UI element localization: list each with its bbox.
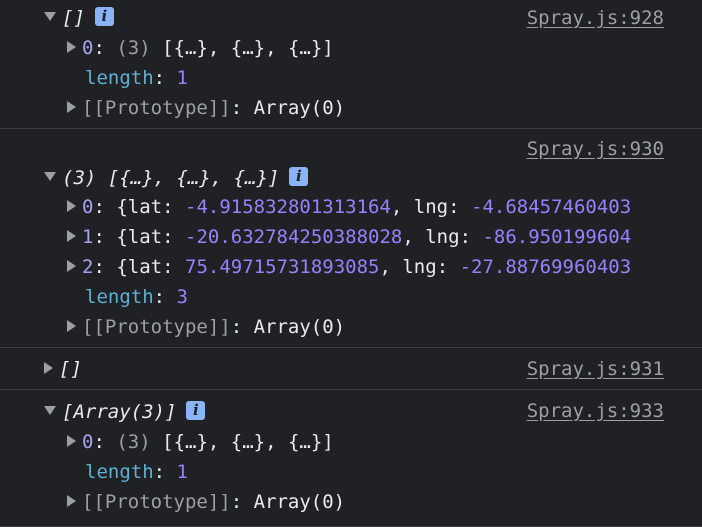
property-key: [[Prototype]] [82, 491, 231, 513]
tree-row[interactable]: 0: (3) [{…}, {…}, {…}] [67, 427, 334, 457]
array-count: (3) [116, 37, 151, 59]
tree-row[interactable]: [[Prototype]]: Array(0) [67, 93, 345, 123]
tree-row[interactable]: 1: {lat: -20.632784250388028, lng: -86.9… [67, 222, 631, 252]
tree-row[interactable]: 2: {lat: 75.49715731893085, lng: -27.887… [67, 252, 631, 282]
info-icon[interactable]: i [289, 167, 309, 186]
entry-header-text: [Array(3)] [62, 401, 177, 423]
property-key: 0 [82, 37, 94, 59]
lat-value: 75.49715731893085 [185, 256, 380, 278]
entry-header-text: [] [59, 358, 82, 380]
console-entry: [Array(3)] i Spray.js:933 0: (3) [{…}, {…… [0, 390, 702, 527]
property-value: Array(0) [253, 97, 346, 119]
lng-value: -4.68457460403 [471, 196, 632, 218]
entry-header[interactable]: [] [44, 354, 82, 384]
lng-label: lng [402, 256, 437, 278]
expand-triangle-down-icon[interactable] [44, 12, 56, 21]
console-entry: [] i Spray.js:928 0: (3) [{…}, {…}, {…}] … [0, 0, 702, 129]
tree-row[interactable]: [[Prototype]]: Array(0) [67, 312, 345, 342]
lng-label: lng [425, 226, 460, 248]
property-key: 0 [82, 196, 94, 218]
console-entry: Spray.js:930 (3) [{…}, {…}, {…}] i 0: {la… [0, 129, 702, 348]
tree-row: length: 3 [85, 286, 188, 308]
entry-header[interactable]: (3) [{…}, {…}, {…}] i [44, 163, 309, 193]
entry-header[interactable]: [Array(3)] i [44, 397, 206, 427]
info-icon[interactable]: i [186, 401, 206, 420]
lng-value: -27.88769960403 [459, 256, 632, 278]
lng-value: -86.950199604 [482, 226, 632, 248]
property-value: Array(0) [253, 316, 346, 338]
info-icon[interactable]: i [94, 7, 114, 26]
source-link[interactable]: Spray.js:933 [527, 396, 664, 426]
lng-label: lng [413, 196, 449, 218]
expand-triangle-right-icon[interactable] [67, 259, 76, 272]
source-link[interactable]: Spray.js:930 [527, 134, 664, 164]
entry-header-text: (3) [{…}, {…}, {…}] [62, 167, 280, 189]
expand-triangle-right-icon[interactable] [44, 361, 53, 374]
expand-triangle-right-icon[interactable] [67, 319, 76, 332]
source-link[interactable]: Spray.js:931 [527, 354, 664, 384]
expand-triangle-right-icon[interactable] [67, 229, 76, 242]
property-value: [{…}, {…}, {…}] [162, 431, 334, 453]
tree-row: length: 1 [85, 461, 188, 483]
property-key: [[Prototype]] [82, 97, 231, 119]
property-value: 1 [176, 461, 188, 483]
lat-value: -4.915832801313164 [185, 196, 391, 218]
property-value: Array(0) [253, 491, 346, 513]
property-key: 0 [82, 431, 94, 453]
property-value: 1 [176, 67, 188, 89]
devtools-console: [] i Spray.js:928 0: (3) [{…}, {…}, {…}] … [0, 0, 702, 527]
property-key: length [85, 461, 154, 483]
expand-triangle-right-icon[interactable] [67, 100, 76, 113]
expand-triangle-right-icon[interactable] [67, 199, 76, 212]
property-key: length [85, 67, 154, 89]
property-value: [{…}, {…}, {…}] [162, 37, 334, 59]
expand-triangle-down-icon[interactable] [44, 406, 56, 415]
tree-row[interactable]: 0: (3) [{…}, {…}, {…}] [67, 33, 334, 63]
entry-header-text: [] [62, 7, 85, 29]
property-value: 3 [176, 286, 188, 308]
lat-value: -20.632784250388028 [185, 226, 403, 248]
array-count: (3) [116, 431, 151, 453]
entry-header[interactable]: [] i [44, 3, 114, 33]
expand-triangle-right-icon[interactable] [67, 434, 76, 447]
property-key: length [85, 286, 154, 308]
property-key: 1 [82, 226, 94, 248]
property-key: [[Prototype]] [82, 316, 231, 338]
tree-row: length: 1 [85, 67, 188, 89]
source-link[interactable]: Spray.js:928 [527, 3, 664, 33]
tree-row[interactable]: 0: {lat: -4.915832801313164, lng: -4.684… [67, 192, 631, 222]
property-key: 2 [82, 256, 94, 278]
console-entry: [] Spray.js:931 [0, 348, 702, 390]
tree-row[interactable]: [[Prototype]]: Array(0) [67, 487, 345, 517]
expand-triangle-right-icon[interactable] [67, 494, 76, 507]
lat-label: lat [127, 256, 163, 278]
lat-label: lat [127, 226, 163, 248]
expand-triangle-down-icon[interactable] [44, 172, 56, 181]
lat-label: lat [127, 196, 163, 218]
expand-triangle-right-icon[interactable] [67, 40, 76, 53]
